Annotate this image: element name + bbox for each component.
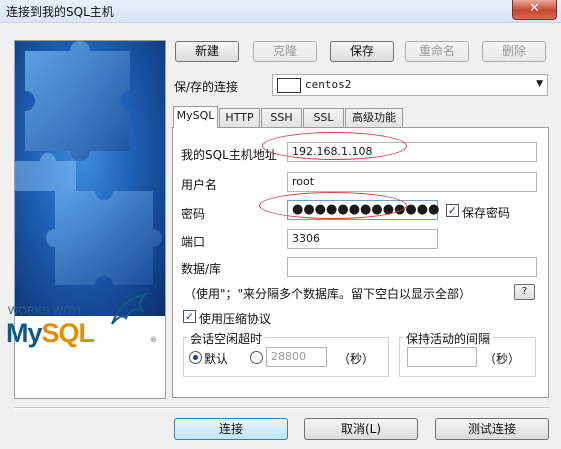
save-password-checkbox[interactable]: ✓ xyxy=(446,204,459,217)
database-input[interactable] xyxy=(287,257,537,277)
connect-button[interactable]: 连接 xyxy=(174,418,288,440)
saved-connection-label: 保/存的连接 xyxy=(174,80,239,94)
connection-color-swatch xyxy=(277,78,301,93)
timeout-custom-radio[interactable] xyxy=(250,351,263,364)
close-button[interactable]: ✕ xyxy=(512,0,557,20)
save-button[interactable]: 保存 xyxy=(330,41,394,62)
chevron-down-icon[interactable]: ▼ xyxy=(536,79,543,89)
mysql-logo: MySQL xyxy=(6,318,96,349)
puzzle-pieces-icon xyxy=(15,41,162,285)
mysql-logo-my: My xyxy=(6,318,43,348)
clone-button[interactable]: 克隆 xyxy=(253,41,317,62)
mysql-logo-sql: SQL xyxy=(41,318,96,348)
port-label: 端口 xyxy=(181,235,206,249)
title-bar: 连接到我的SQL主机 ✕ xyxy=(0,0,561,23)
port-input[interactable]: 3306 xyxy=(287,229,438,249)
tab-ssl[interactable]: SSL xyxy=(303,108,344,127)
test-connection-button[interactable]: 测试连接 xyxy=(435,418,549,440)
tab-http[interactable]: HTTP xyxy=(219,108,260,127)
save-password-label: 保存密码 xyxy=(462,206,511,220)
timeout-seconds-unit: （秒） xyxy=(338,352,375,366)
rename-button[interactable]: 重命名 xyxy=(405,41,469,62)
dolphin-icon xyxy=(111,292,150,325)
tab-ssh[interactable]: SSH xyxy=(261,108,302,127)
user-input[interactable]: root xyxy=(287,172,537,192)
window-title: 连接到我的SQL主机 xyxy=(6,5,114,19)
help-button[interactable]: ? xyxy=(514,284,535,300)
tab-mysql[interactable]: MySQL xyxy=(173,106,218,128)
saved-connection-value: centos2 xyxy=(305,78,352,91)
database-hint: （使用"；"来分隔多个数据库。留下空白以显示全部） xyxy=(184,287,472,301)
host-input[interactable]: 192.168.1.108 xyxy=(287,142,537,162)
delete-button[interactable]: 删除 xyxy=(482,41,546,62)
timeout-seconds-input[interactable]: 28800 xyxy=(266,347,327,367)
registered-mark: ® xyxy=(150,336,157,344)
password-input[interactable]: ●●●●●●●●●●●●● xyxy=(287,200,439,220)
saved-connection-select[interactable]: centos2 ▼ xyxy=(272,74,548,96)
session-timeout-title: 会话空闲超时 xyxy=(187,330,266,347)
cancel-button[interactable]: 取消(L) xyxy=(304,418,418,440)
puzzle-image xyxy=(15,41,165,316)
tab-advanced[interactable]: 高级功能 xyxy=(345,108,403,127)
footer-separator xyxy=(14,407,549,409)
connect-dialog: 连接到我的SQL主机 ✕ WORKS WITH MySQL ® 新建 克隆 保存… xyxy=(0,0,561,449)
keepalive-title: 保持活动的间隔 xyxy=(403,330,494,347)
keepalive-input[interactable] xyxy=(407,347,477,367)
user-label: 用户名 xyxy=(181,178,218,192)
database-label: 数据/库 xyxy=(181,262,222,276)
timeout-default-radio[interactable] xyxy=(189,351,202,364)
host-label: 我的SQL主机地址 xyxy=(181,148,277,162)
timeout-default-label: 默认 xyxy=(204,352,229,366)
compression-label: 使用压缩协议 xyxy=(199,312,272,326)
new-button[interactable]: 新建 xyxy=(175,41,239,62)
compression-checkbox[interactable]: ✓ xyxy=(183,310,196,323)
password-label: 密码 xyxy=(181,207,206,221)
works-with-text: WORKS WITH xyxy=(8,305,81,317)
keepalive-unit: （秒） xyxy=(484,352,521,366)
